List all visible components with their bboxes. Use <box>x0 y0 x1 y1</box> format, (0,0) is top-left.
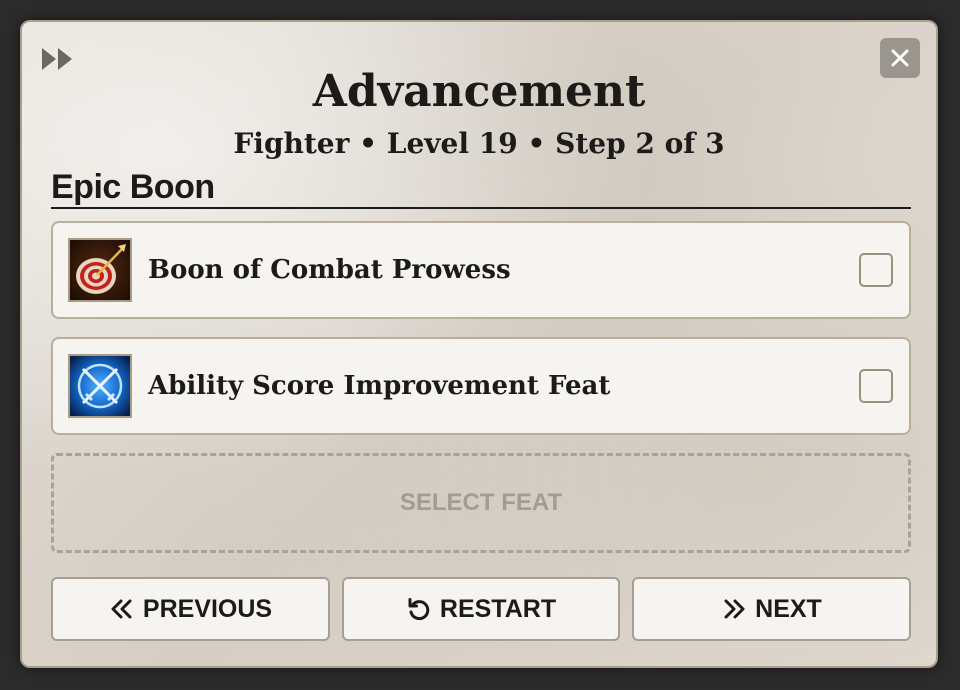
section-divider <box>51 207 911 209</box>
restart-button[interactable]: RESTART <box>342 577 620 641</box>
chevrons-right-icon <box>724 599 745 619</box>
dialog-subtitle: Fighter • Level 19 • Step 2 of 3 <box>233 127 725 160</box>
option-checkbox[interactable] <box>859 369 893 403</box>
select-feat-dropzone[interactable]: SELECT FEAT <box>51 453 911 553</box>
previous-button-label: PREVIOUS <box>142 594 273 623</box>
option-boon-of-combat-prowess[interactable]: Boon of Combat Prowess <box>51 221 911 319</box>
target-arrow-icon <box>68 238 132 302</box>
crossed-swords-icon <box>68 354 132 418</box>
section-title: Epic Boon <box>51 168 215 206</box>
next-button[interactable]: NEXT <box>632 577 911 641</box>
restart-button-label: RESTART <box>439 594 557 623</box>
chevrons-left-icon <box>111 599 132 619</box>
option-ability-score-improvement-feat[interactable]: Ability Score Improvement Feat <box>51 337 911 435</box>
option-label: Ability Score Improvement Feat <box>148 371 611 401</box>
next-button-label: NEXT <box>755 594 822 623</box>
dialog-title: Advancement <box>312 66 646 117</box>
option-label: Boon of Combat Prowess <box>148 255 511 285</box>
advancement-dialog: Advancement Fighter • Level 19 • Step 2 … <box>20 20 938 668</box>
option-checkbox[interactable] <box>859 253 893 287</box>
rotate-ccw-icon <box>408 598 430 621</box>
previous-button[interactable]: PREVIOUS <box>51 577 330 641</box>
